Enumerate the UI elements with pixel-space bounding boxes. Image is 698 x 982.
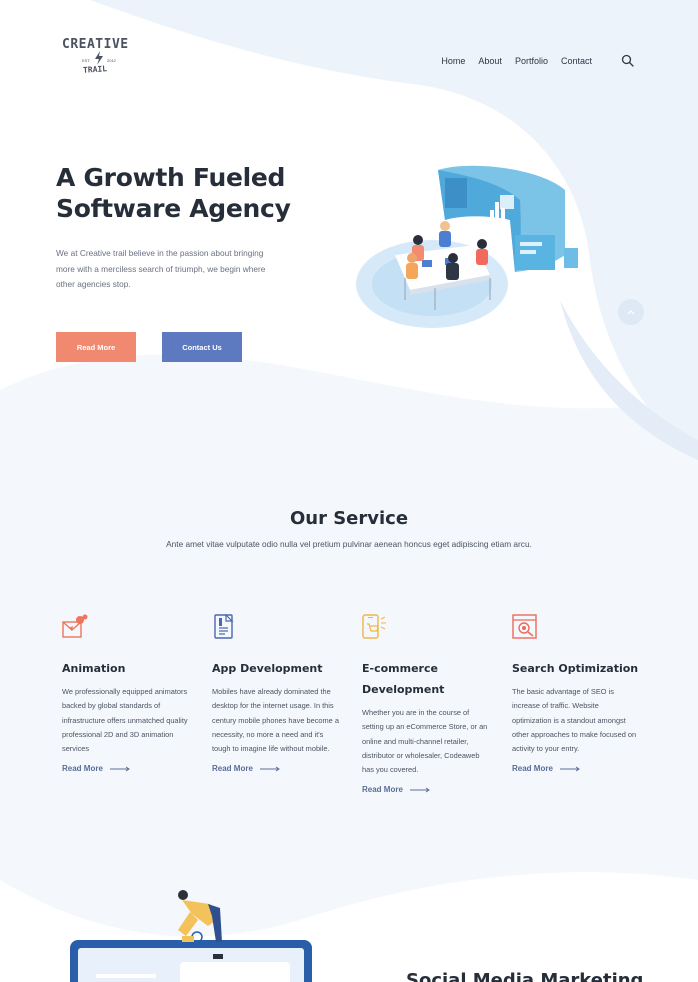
seo-icon: [512, 614, 537, 639]
services-title: Our Service: [289, 508, 409, 529]
service-card-seo: Search Optimization The basic advantage …: [512, 614, 640, 773]
read-more-label: Read More: [362, 785, 403, 795]
nav-contact[interactable]: Contact: [561, 56, 592, 66]
service-read-more-link[interactable]: Read More: [62, 764, 190, 773]
service-description: We professionally equipped animators bac…: [62, 687, 188, 754]
service-card-ecommerce: E-commerce Development Whether you are i…: [362, 614, 490, 794]
read-more-button[interactable]: Read More: [56, 332, 136, 362]
chevron-up-icon: [627, 309, 635, 314]
team-meeting-illustration: [356, 165, 578, 328]
brand-logo[interactable]: CREATIVE EST. 2012 TRAIL: [62, 37, 142, 76]
nav-about[interactable]: About: [478, 56, 502, 66]
service-description: Mobiles have already dominated the deskt…: [212, 687, 339, 754]
lightning-bolt-icon: [95, 51, 103, 65]
read-more-label: Read More: [62, 764, 103, 774]
brand-est: EST.: [82, 58, 91, 63]
arrow-right-icon: [259, 766, 280, 772]
read-more-label: Read More: [212, 764, 253, 774]
ecommerce-icon: [362, 614, 386, 639]
arrow-right-icon: [409, 787, 430, 793]
background-shapes: [0, 0, 698, 937]
services-subtitle: Ante amet vitae vulputate odio nulla vel…: [166, 539, 532, 549]
scroll-to-top-button[interactable]: [618, 299, 644, 325]
service-read-more-link[interactable]: Read More: [362, 785, 490, 794]
app-development-icon: [214, 614, 234, 639]
search-icon[interactable]: [621, 54, 634, 67]
arrow-right-icon: [109, 766, 130, 772]
hero-title: A Growth Fueled Software Agency: [56, 162, 316, 224]
service-title: Search Optimization: [512, 662, 639, 675]
service-read-more-link[interactable]: Read More: [512, 764, 640, 773]
social-media-illustration: [70, 890, 312, 982]
service-card-app-development: App Development Mobiles have already dom…: [212, 614, 340, 773]
hero-title-line1: A Growth Fueled: [56, 163, 286, 192]
main-nav: Home About Portfolio Contact: [441, 56, 592, 66]
service-read-more-link[interactable]: Read More: [212, 764, 340, 773]
service-title: App Development: [212, 662, 323, 675]
contact-us-button[interactable]: Contact Us: [162, 332, 242, 362]
hero-title-line2: Software Agency: [56, 194, 291, 223]
service-card-animation: Animation We professionally equipped ani…: [62, 614, 190, 773]
brand-tagline: TRAIL: [82, 64, 108, 75]
hero-description: We at Creative trail believe in the pass…: [56, 248, 266, 289]
service-title: E-commerce Development: [362, 662, 445, 696]
brand-year: 2012: [107, 58, 116, 63]
animation-icon: [62, 614, 88, 638]
service-description: The basic advantage of SEO is increase o…: [512, 687, 637, 754]
brand-name: CREATIVE: [62, 37, 129, 52]
nav-portfolio[interactable]: Portfolio: [515, 56, 548, 66]
service-title: Animation: [62, 662, 126, 675]
read-more-label: Read More: [512, 764, 553, 774]
nav-home[interactable]: Home: [441, 56, 465, 66]
social-media-marketing-title: Social Media Marketing: [406, 970, 644, 982]
arrow-right-icon: [559, 766, 580, 772]
service-description: Whether you are in the course of setting…: [362, 708, 488, 775]
